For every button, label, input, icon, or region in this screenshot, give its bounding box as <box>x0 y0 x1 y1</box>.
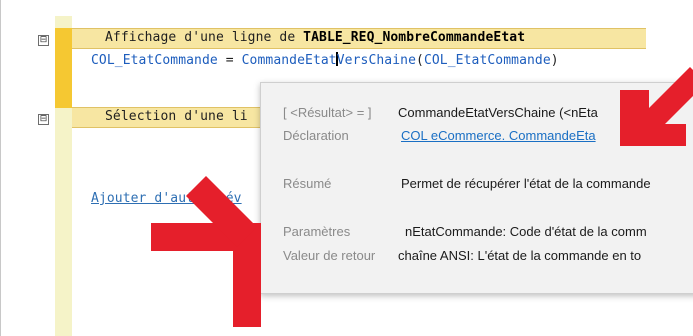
tooltip-result-value: CommandeEtatVersChaine (<nEta <box>398 105 598 120</box>
code-paren-open: ( <box>416 53 424 68</box>
fold-minus-icon[interactable]: ⊟ <box>38 35 49 46</box>
code-variable: COL_EtatCommande <box>91 53 218 68</box>
code-argument: COL_EtatCommande <box>423 53 551 68</box>
code-function-part-a: CommandeEtat <box>241 53 337 68</box>
tooltip-return-value: chaîne ANSI: L'état de la commande en to <box>398 248 642 263</box>
event-header-affichage: Affichage d'une ligne de TABLE_REQ_Nombr… <box>105 30 525 45</box>
event-marker <box>55 28 72 108</box>
tooltip-return-label: Valeur de retour <box>283 248 376 263</box>
event-header-prefix: Affichage d'une ligne de <box>105 30 304 45</box>
tooltip-declaration-label: Déclaration <box>283 128 349 143</box>
add-events-link[interactable]: Ajouter d'autres év <box>91 191 242 206</box>
code-line[interactable]: COL_EtatCommande = CommandeEtatVersChain… <box>91 52 559 68</box>
code-operator: = <box>217 53 242 68</box>
fold-minus-icon[interactable]: ⊟ <box>38 114 49 125</box>
event-header-selection: Sélection d'une li <box>105 109 248 124</box>
code-editor: ⊟ Affichage d'une ligne de TABLE_REQ_Nom… <box>0 0 693 336</box>
tooltip-summary-value: Permet de récupérer l'état de la command… <box>401 176 651 191</box>
tooltip-result-label: [ <Résultat> = ] <box>283 105 372 120</box>
code-function-part-b: VersChaine <box>336 53 417 68</box>
event-header-table-name: TABLE_REQ_NombreCommandeEtat <box>303 30 526 45</box>
tooltip-summary-label: Résumé <box>283 176 332 191</box>
tooltip-declaration-link[interactable]: COL eCommerce. CommandeEta <box>401 128 596 143</box>
function-tooltip: [ <Résultat> = ] CommandeEtatVersChaine … <box>260 82 693 294</box>
tooltip-params-value: nEtatCommande: Code d'état de la comm <box>405 224 647 239</box>
tooltip-params-label: Paramètres <box>283 224 351 239</box>
code-paren-close: ) <box>550 53 559 68</box>
